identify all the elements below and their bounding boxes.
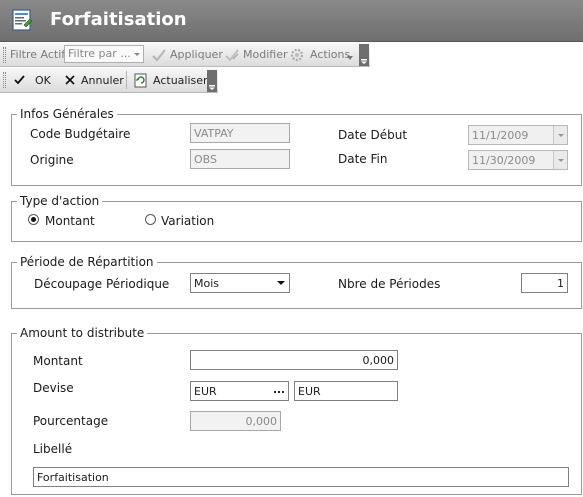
caption-label: Libellé	[33, 442, 73, 456]
split-chevron-down-icon[interactable]	[275, 277, 287, 289]
filter-combo-text: Filtre par ...	[68, 47, 131, 60]
radio-selected-dot	[31, 217, 36, 222]
start-date-value: 11/1/2009	[472, 129, 529, 142]
window-title: Forfaitisation	[50, 9, 187, 30]
refresh-button[interactable]: Actualiser	[153, 74, 208, 87]
variation-radio[interactable]	[145, 214, 156, 225]
start-date-field[interactable]: 11/1/2009	[468, 125, 568, 145]
currency-code-field[interactable]: EUR	[190, 381, 289, 401]
apply-icon	[151, 47, 167, 63]
split-select-value: Mois	[194, 277, 220, 290]
currency-code-value: EUR	[194, 385, 217, 398]
modify-button[interactable]: Modifier	[243, 48, 287, 61]
origin-label: Origine	[30, 153, 74, 167]
title-bar: Forfaitisation	[0, 0, 583, 42]
gear-icon	[289, 47, 305, 63]
variation-radio-label[interactable]: Variation	[161, 214, 214, 228]
split-label: Découpage Périodique	[34, 277, 170, 291]
actions-chevron-down-icon[interactable]	[346, 51, 354, 60]
cancel-button[interactable]: Annuler	[81, 74, 124, 87]
amount-radio[interactable]	[28, 214, 39, 225]
toolbar-grip[interactable]	[3, 72, 6, 88]
start-date-dropdown-icon[interactable]	[553, 126, 567, 144]
modify-icon	[224, 47, 240, 63]
amount-radio-label[interactable]: Montant	[45, 214, 95, 228]
actions-button[interactable]: Actions	[310, 48, 350, 61]
budget-code-label: Code Budgétaire	[30, 127, 131, 141]
origin-field[interactable]: OBS	[190, 149, 290, 169]
distribution-title: Amount to distribute	[17, 326, 148, 340]
action-toolbar: OK Annuler Actualiser	[0, 68, 218, 93]
percent-label: Pourcentage	[33, 414, 109, 428]
start-date-label: Date Début	[338, 128, 408, 142]
amount-field[interactable]: 0,000	[190, 350, 398, 370]
form-icon	[10, 8, 34, 32]
end-date-field[interactable]: 11/30/2009	[468, 150, 568, 170]
apply-button[interactable]: Appliquer	[170, 48, 223, 61]
currency-name-field[interactable]: EUR	[294, 381, 398, 401]
caption-field[interactable]: Forfaitisation	[33, 467, 569, 487]
end-date-dropdown-icon[interactable]	[553, 151, 567, 169]
period-count-field[interactable]: 1	[521, 273, 568, 293]
currency-lookup-ellipsis-icon[interactable]	[272, 385, 286, 397]
end-date-label: Date Fin	[338, 152, 388, 166]
amount-label: Montant	[33, 354, 83, 368]
refresh-icon	[133, 72, 149, 88]
ok-button[interactable]: OK	[35, 74, 51, 87]
filter-dropdown-icon[interactable]	[131, 46, 143, 62]
filter-toolbar: Filtre Actif Filtre par ... Appliquer Mo…	[0, 43, 370, 67]
end-date-value: 11/30/2009	[472, 154, 536, 167]
action-type-title: Type d'action	[17, 194, 103, 208]
period-count-label: Nbre de Périodes	[338, 277, 441, 291]
budget-code-field[interactable]: VATPAY	[190, 123, 290, 143]
close-icon	[64, 74, 76, 86]
general-info-title: Infos Générales	[17, 107, 117, 121]
toolbar-separator	[126, 71, 127, 89]
currency-label: Devise	[33, 381, 74, 395]
ok-check-icon	[13, 73, 27, 87]
toolbar-overflow-button[interactable]	[207, 70, 217, 92]
period-title: Période de Répartition	[17, 255, 157, 269]
toolbar-grip[interactable]	[3, 47, 6, 63]
percent-field[interactable]: 0,000	[190, 411, 281, 431]
toolbar-overflow-button[interactable]	[359, 44, 369, 66]
split-select[interactable]: Mois	[190, 273, 290, 293]
filter-active-label: Filtre Actif	[10, 48, 66, 61]
